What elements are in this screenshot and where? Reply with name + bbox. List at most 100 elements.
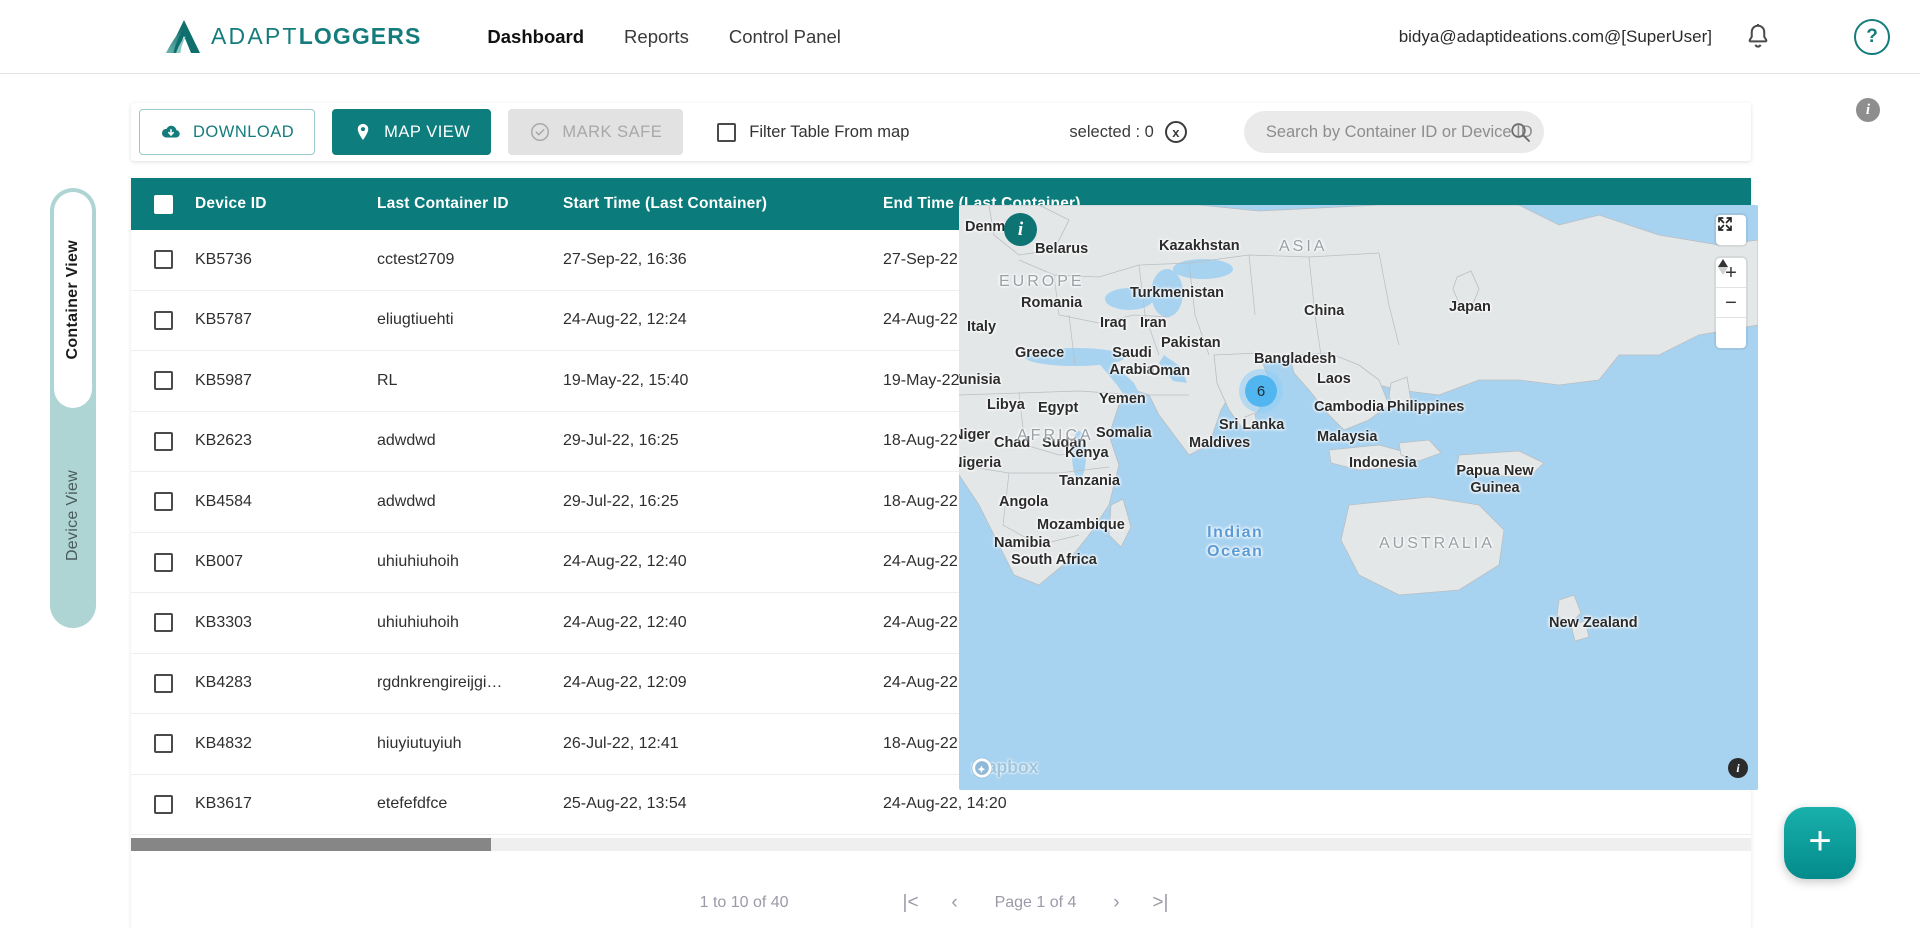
- row-select-checkbox[interactable]: [153, 250, 173, 270]
- cell-device-id: KB5987: [195, 371, 252, 389]
- search-box[interactable]: [1243, 111, 1544, 153]
- row-select-checkbox[interactable]: [153, 371, 173, 391]
- map-label-tunisia: Tunisia: [959, 372, 1001, 388]
- map-panel[interactable]: i 6 Denmark Belarus EUROPE Romania Italy Gree…: [959, 205, 1758, 790]
- download-button[interactable]: DOWNLOAD: [139, 109, 316, 155]
- row-select-checkbox[interactable]: [153, 431, 173, 451]
- pagination-range-label: 1 to 10 of 40: [699, 894, 789, 911]
- nav-item-control-panel[interactable]: Control Panel: [729, 26, 841, 48]
- cell-last-container-id: etefefdfce: [377, 795, 448, 813]
- select-all-cell[interactable]: [131, 194, 195, 214]
- map-landmass: [959, 205, 1758, 790]
- map-label-malaysia: Malaysia: [1317, 429, 1378, 445]
- select-all-checkbox[interactable]: [153, 194, 173, 214]
- cell-last-container-id: rgdnkrengireijgi…: [377, 674, 503, 692]
- map-attribution-info-button[interactable]: i: [1728, 758, 1748, 778]
- notifications-button[interactable]: [1738, 17, 1778, 57]
- help-button[interactable]: ?: [1854, 18, 1890, 55]
- map-label-australia: AUSTRALIA: [1379, 535, 1495, 552]
- filter-table-from-map-label: Filter Table From map: [749, 122, 910, 141]
- pagination-last-button[interactable]: >|: [1138, 892, 1182, 914]
- app-root: ADAPTLOGGERS Dashboard Reports Control P…: [0, 0, 1920, 928]
- row-select-checkbox[interactable]: [153, 673, 173, 693]
- cell-start-time: 24-Aug-22, 12:09: [563, 674, 687, 692]
- row-select-checkbox[interactable]: [153, 492, 173, 512]
- row-select-cell[interactable]: [131, 552, 195, 572]
- view-tab-device-view[interactable]: Device View: [54, 408, 92, 624]
- plus-icon: +: [1808, 819, 1832, 863]
- nav-item-dashboard[interactable]: Dashboard: [487, 26, 584, 48]
- filter-table-from-map-checkbox[interactable]: [717, 122, 737, 142]
- pagination-first-button[interactable]: |<: [889, 892, 933, 914]
- column-header-device-id[interactable]: Device ID: [195, 195, 377, 213]
- cell-device-id: KB007: [195, 553, 244, 571]
- table-horizontal-scrollbar-thumb[interactable]: [131, 838, 491, 851]
- map-label-cambodia: Cambodia: [1314, 399, 1385, 415]
- map-label-turkmenistan: Turkmenistan: [1130, 285, 1225, 301]
- row-select-checkbox[interactable]: [153, 552, 173, 572]
- cell-last-container-id: adwdwd: [377, 492, 436, 510]
- row-select-cell[interactable]: [131, 492, 195, 512]
- mapbox-attribution-logo[interactable]: mapbox: [971, 757, 1039, 779]
- row-select-cell[interactable]: [131, 310, 195, 330]
- pagination-page-label: Page 1 of 4: [994, 894, 1077, 911]
- map-label-south-africa: South Africa: [1011, 552, 1097, 568]
- row-select-cell[interactable]: [131, 613, 195, 633]
- map-label-libya: Libya: [987, 397, 1025, 413]
- row-select-checkbox[interactable]: [153, 794, 173, 814]
- map-label-indian-ocean: Indian Ocean: [1207, 524, 1264, 560]
- map-compass-button[interactable]: [1716, 259, 1746, 348]
- cell-device-id: KB4283: [195, 674, 252, 692]
- row-select-cell[interactable]: [131, 794, 195, 814]
- map-label-mozambique: Mozambique: [1037, 517, 1125, 533]
- cell-device-id: KB3303: [195, 613, 252, 631]
- map-label-papua-new-guinea: Papua New Guinea: [1456, 463, 1534, 496]
- row-select-cell[interactable]: [131, 250, 195, 270]
- map-info-badge[interactable]: i: [1004, 213, 1037, 246]
- map-label-europe: EUROPE: [999, 273, 1085, 290]
- adapt-mountain-logo-icon: [166, 19, 200, 53]
- map-label-iraq: Iraq: [1100, 315, 1127, 331]
- page-info-icon[interactable]: i: [1856, 98, 1880, 122]
- pagination-prev-button[interactable]: ‹: [933, 892, 977, 914]
- map-zoom-out-button[interactable]: −: [1716, 288, 1746, 318]
- map-label-tanzania: Tanzania: [1059, 473, 1120, 489]
- map-label-niger: Niger: [959, 427, 991, 443]
- row-select-checkbox[interactable]: [153, 310, 173, 330]
- map-label-romania: Romania: [1021, 295, 1083, 311]
- map-label-indonesia: Indonesia: [1349, 455, 1417, 471]
- pagination-next-button[interactable]: ›: [1094, 892, 1138, 914]
- row-select-cell[interactable]: [131, 371, 195, 391]
- clear-selection-button[interactable]: x: [1164, 121, 1187, 143]
- search-icon[interactable]: [1508, 120, 1532, 144]
- map-label-iran: Iran: [1140, 315, 1167, 331]
- cloud-download-icon: [161, 125, 180, 138]
- filter-table-from-map-toggle[interactable]: Filter Table From map: [717, 122, 910, 142]
- column-header-last-container-id[interactable]: Last Container ID: [377, 195, 563, 213]
- map-fullscreen-button[interactable]: [1716, 215, 1746, 245]
- map-label-egypt: Egypt: [1038, 400, 1079, 416]
- row-select-cell[interactable]: [131, 431, 195, 451]
- add-button-fab[interactable]: +: [1784, 807, 1856, 879]
- map-view-button[interactable]: MAP VIEW: [332, 109, 492, 155]
- view-tab-container-view[interactable]: Container View: [54, 192, 92, 408]
- brand-logo[interactable]: ADAPTLOGGERS: [164, 19, 421, 55]
- search-input[interactable]: [1265, 122, 1532, 142]
- table-horizontal-scrollbar[interactable]: [131, 838, 1751, 851]
- map-label-kazakhstan: Kazakhstan: [1159, 238, 1240, 254]
- nav-item-reports[interactable]: Reports: [624, 26, 689, 48]
- mark-safe-button: MARK SAFE: [508, 109, 684, 155]
- cell-start-time: 29-Jul-22, 16:25: [563, 432, 679, 450]
- cell-start-time: 24-Aug-22, 12:24: [563, 311, 687, 329]
- row-select-checkbox[interactable]: [153, 734, 173, 754]
- cell-device-id: KB4832: [195, 734, 252, 752]
- row-select-checkbox[interactable]: [153, 613, 173, 633]
- selected-count-label: selected : 0: [1069, 122, 1154, 141]
- map-zoom-controls: + −: [1716, 258, 1746, 348]
- map-cluster-marker[interactable]: 6: [1239, 369, 1283, 413]
- row-select-cell[interactable]: [131, 734, 195, 754]
- column-header-start-time[interactable]: Start Time (Last Container): [563, 195, 883, 213]
- toolbar: DOWNLOAD MAP VIEW MARK SAFE Filter Table…: [131, 103, 1751, 161]
- map-label-kenya: Kenya: [1065, 445, 1109, 461]
- row-select-cell[interactable]: [131, 673, 195, 693]
